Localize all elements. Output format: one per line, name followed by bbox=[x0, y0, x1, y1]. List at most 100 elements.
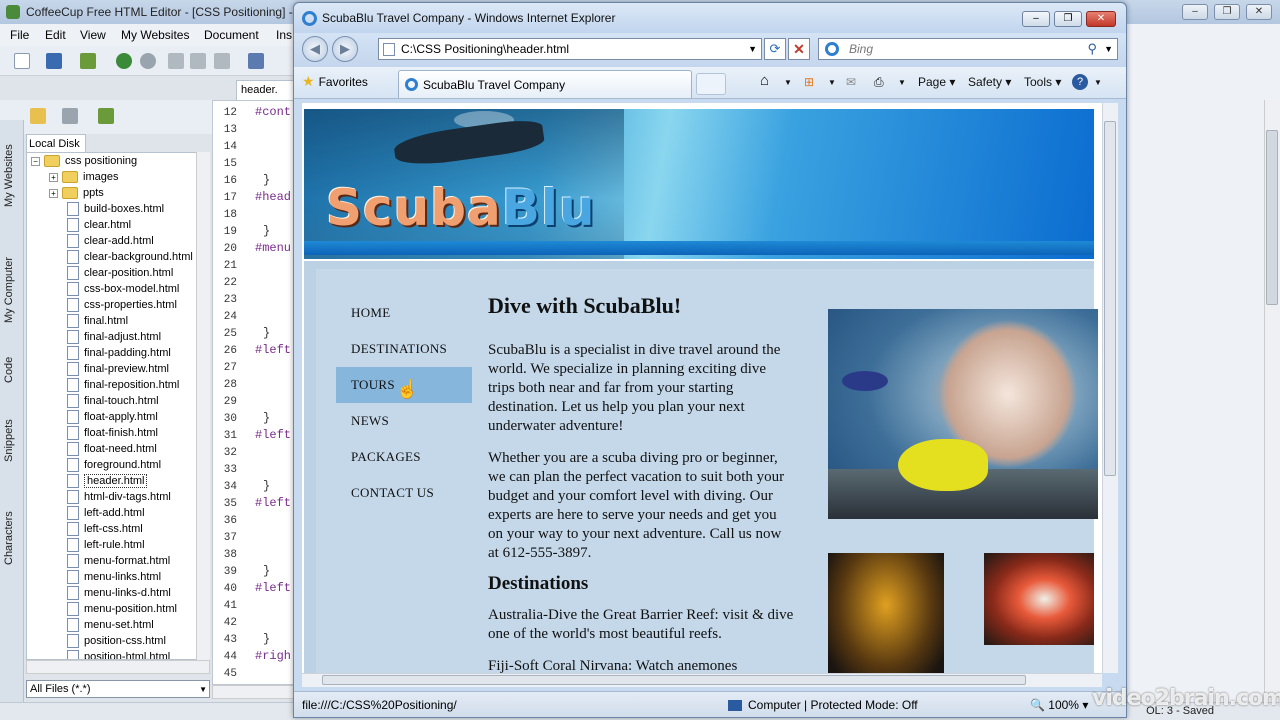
cut-icon[interactable] bbox=[168, 53, 184, 69]
tab-code[interactable]: Code bbox=[3, 350, 21, 390]
tree-file-item[interactable]: left-css.html bbox=[67, 521, 143, 537]
tree-folder-images[interactable]: + images bbox=[49, 169, 118, 185]
tree-file-item[interactable]: build-boxes.html bbox=[67, 201, 164, 217]
address-bar[interactable]: C:\CSS Positioning\header.html ▼ bbox=[378, 38, 762, 60]
file-filter-select[interactable]: All Files (*.*) ▼ bbox=[26, 680, 210, 698]
tree-file-item[interactable]: position-html.html bbox=[67, 649, 170, 659]
tree-file-item[interactable]: menu-links.html bbox=[67, 569, 161, 585]
tree-file-item[interactable]: menu-links-d.html bbox=[67, 585, 171, 601]
browser-close-button[interactable]: ✕ bbox=[1086, 11, 1116, 27]
search-input[interactable]: Bing ⚲ ▼ bbox=[818, 38, 1118, 60]
nav-packages[interactable]: PACKAGES bbox=[336, 439, 472, 475]
scubablu-logo[interactable]: ScubaBlu bbox=[326, 179, 596, 237]
local-disk-tab[interactable]: Local Disk bbox=[26, 134, 86, 152]
undo-icon[interactable] bbox=[116, 53, 132, 69]
font-icon[interactable] bbox=[248, 53, 264, 69]
page-hscroll-thumb[interactable] bbox=[322, 675, 1026, 685]
tree-file-item[interactable]: left-rule.html bbox=[67, 537, 145, 553]
tree-file-item[interactable]: float-apply.html bbox=[67, 409, 158, 425]
mail-icon[interactable]: ✉ bbox=[846, 75, 856, 89]
nav-home[interactable]: HOME bbox=[336, 295, 472, 331]
chevron-down-icon[interactable]: ▼ bbox=[898, 78, 906, 87]
tree-file-item[interactable]: final-touch.html bbox=[67, 393, 159, 409]
tools-menu[interactable]: Tools ▾ bbox=[1024, 75, 1061, 89]
browser-maximize-button[interactable]: ❐ bbox=[1054, 11, 1082, 27]
tree-file-item[interactable]: final-adjust.html bbox=[67, 329, 161, 345]
search-icon[interactable]: ⚲ bbox=[1087, 41, 1097, 57]
tree-file-item[interactable]: menu-format.html bbox=[67, 553, 170, 569]
tree-file-item[interactable]: final-preview.html bbox=[67, 361, 169, 377]
tree-file-item[interactable]: final-padding.html bbox=[67, 345, 171, 361]
folder-icon[interactable] bbox=[30, 108, 46, 124]
editor-maximize-button[interactable]: ❐ bbox=[1214, 4, 1240, 20]
tree-file-item[interactable]: header.html bbox=[67, 473, 148, 489]
chevron-down-icon[interactable]: ▼ bbox=[748, 44, 757, 54]
nav-contact-us[interactable]: CONTACT US bbox=[336, 475, 472, 511]
publish-icon[interactable] bbox=[98, 108, 114, 124]
page-menu[interactable]: Page ▾ bbox=[918, 75, 955, 89]
menu-insert[interactable]: Ins bbox=[276, 28, 292, 42]
chevron-down-icon[interactable]: ▼ bbox=[784, 78, 792, 87]
back-button[interactable]: ◀ bbox=[302, 36, 328, 62]
tree-file-item[interactable]: clear-add.html bbox=[67, 233, 154, 249]
tree-file-item[interactable]: clear-position.html bbox=[67, 265, 173, 281]
file-tree-scrollbar[interactable] bbox=[196, 152, 210, 660]
tab-my-websites[interactable]: My Websites bbox=[3, 126, 21, 226]
tree-file-item[interactable]: html-div-tags.html bbox=[67, 489, 171, 505]
tree-file-item[interactable]: css-box-model.html bbox=[67, 281, 179, 297]
browser-minimize-button[interactable]: – bbox=[1022, 11, 1050, 27]
forward-button[interactable]: ▶ bbox=[332, 36, 358, 62]
rss-icon[interactable]: ⊞ bbox=[804, 75, 814, 89]
tab-my-computer[interactable]: My Computer bbox=[3, 242, 21, 338]
tree-file-item[interactable]: left-add.html bbox=[67, 505, 145, 521]
tab-characters[interactable]: Characters bbox=[3, 508, 21, 568]
tree-file-item[interactable]: float-need.html bbox=[67, 441, 157, 457]
nav-destinations[interactable]: DESTINATIONS bbox=[336, 331, 472, 367]
page-vscroll-thumb[interactable] bbox=[1104, 121, 1116, 476]
chevron-down-icon[interactable]: ▼ bbox=[1104, 44, 1113, 54]
paste-icon[interactable] bbox=[214, 53, 230, 69]
tree-root[interactable]: − css positioning bbox=[31, 153, 137, 169]
browser-tab[interactable]: ScubaBlu Travel Company bbox=[398, 70, 692, 98]
nav-news[interactable]: NEWS bbox=[336, 403, 472, 439]
tree-file-item[interactable]: css-properties.html bbox=[67, 297, 177, 313]
menu-view[interactable]: View bbox=[80, 28, 106, 42]
save-icon[interactable] bbox=[46, 53, 62, 69]
editor-vscroll-thumb[interactable] bbox=[1266, 130, 1278, 305]
copy-icon[interactable] bbox=[190, 53, 206, 69]
menu-edit[interactable]: Edit bbox=[45, 28, 66, 42]
tree-file-item[interactable]: menu-position.html bbox=[67, 601, 177, 617]
tab-snippets[interactable]: Snippets bbox=[3, 416, 21, 466]
new-tab-button[interactable] bbox=[696, 73, 726, 95]
editor-minimize-button[interactable]: – bbox=[1182, 4, 1208, 20]
menu-document[interactable]: Document bbox=[204, 28, 259, 42]
code-file-tab[interactable]: header. bbox=[236, 80, 296, 100]
redo-icon[interactable] bbox=[140, 53, 156, 69]
new-file-icon[interactable] bbox=[14, 53, 30, 69]
menu-file[interactable]: File bbox=[10, 28, 29, 42]
chevron-down-icon[interactable]: ▼ bbox=[1094, 78, 1102, 87]
tree-folder-ppts[interactable]: + ppts bbox=[49, 185, 104, 201]
chevron-down-icon[interactable]: ▼ bbox=[828, 78, 836, 87]
help-icon[interactable]: ? bbox=[1072, 74, 1088, 90]
home-icon[interactable]: ⌂ bbox=[760, 72, 769, 89]
tree-file-item[interactable]: float-finish.html bbox=[67, 425, 158, 441]
print-icon[interactable]: ⎙ bbox=[874, 75, 884, 90]
file-tree-hscrollbar[interactable] bbox=[26, 660, 210, 674]
editor-close-button[interactable]: ✕ bbox=[1246, 4, 1272, 20]
tree-file-item[interactable]: final-reposition.html bbox=[67, 377, 179, 393]
tools-icon[interactable] bbox=[62, 108, 78, 124]
tree-file-item[interactable]: foreground.html bbox=[67, 457, 161, 473]
menu-my-websites[interactable]: My Websites bbox=[121, 28, 189, 42]
security-zone[interactable]: Computer | Protected Mode: Off bbox=[728, 698, 918, 712]
refresh-button[interactable]: ⟳ bbox=[764, 38, 786, 60]
tree-file-item[interactable]: menu-set.html bbox=[67, 617, 154, 633]
zoom-control[interactable]: 🔍 100% ▾ bbox=[1030, 698, 1088, 712]
tree-file-item[interactable]: position-css.html bbox=[67, 633, 166, 649]
favorites-button[interactable]: ★ Favorites bbox=[302, 73, 368, 90]
stop-button[interactable]: ✕ bbox=[788, 38, 810, 60]
tree-file-item[interactable]: clear.html bbox=[67, 217, 131, 233]
code-editor[interactable]: 12 13 14 15 16 17 18 19 20 21 22 23 24 25 26 27 28 29 30 31… bbox=[212, 100, 300, 685]
tree-file-item[interactable]: final.html bbox=[67, 313, 128, 329]
tree-file-item[interactable]: clear-background.html bbox=[67, 249, 193, 265]
